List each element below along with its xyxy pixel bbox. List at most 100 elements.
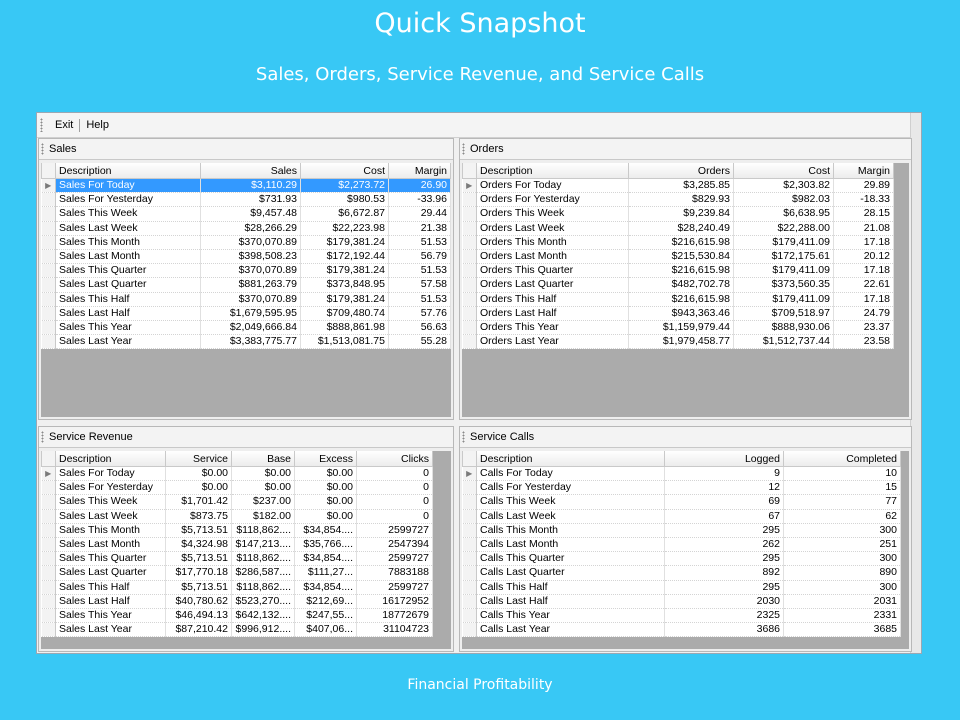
table-row[interactable]: Orders This Month $216,615.98 $179,411.09 1… bbox=[462, 235, 894, 250]
table-cell[interactable]: Sales This Week bbox=[55, 494, 166, 510]
table-cell[interactable]: $373,848.95 bbox=[300, 277, 389, 293]
table-cell[interactable]: 2599727 bbox=[356, 523, 433, 538]
column-header[interactable]: Margin bbox=[833, 163, 894, 179]
table-cell[interactable]: Sales Last Week bbox=[55, 509, 166, 524]
table-cell[interactable]: $2,303.82 bbox=[733, 178, 834, 194]
table-cell[interactable]: 23.37 bbox=[833, 320, 894, 336]
table-cell[interactable]: $179,381.24 bbox=[300, 263, 389, 279]
table-cell[interactable]: 23.58 bbox=[833, 334, 894, 350]
table-cell[interactable]: Calls Last Month bbox=[476, 537, 665, 553]
table-cell[interactable]: $1,512,737.44 bbox=[733, 334, 834, 350]
table-cell[interactable]: $6,672.87 bbox=[300, 206, 389, 222]
table-cell[interactable]: $829.93 bbox=[628, 192, 734, 208]
table-cell[interactable]: 890 bbox=[783, 565, 901, 581]
table-cell[interactable]: 51.53 bbox=[388, 235, 451, 250]
table-cell[interactable]: $5,713.51 bbox=[165, 580, 232, 595]
table-cell[interactable]: $523,270.... bbox=[231, 594, 295, 609]
table-row[interactable]: Sales Last Quarter $881,263.79 $373,848.95… bbox=[41, 277, 451, 293]
table-cell[interactable]: Sales This Quarter bbox=[55, 551, 166, 567]
table-row[interactable]: ▶ Calls For Today 9 10 bbox=[462, 466, 901, 482]
table-cell[interactable]: $482,702.78 bbox=[628, 277, 734, 293]
table-cell[interactable]: $407,06... bbox=[294, 622, 357, 638]
table-row[interactable]: Calls Last Year 3686 3685 bbox=[462, 622, 901, 638]
table-row[interactable]: Calls Last Month 262 251 bbox=[462, 537, 901, 553]
row-header[interactable] bbox=[41, 523, 56, 538]
table-cell[interactable]: Orders For Today bbox=[476, 178, 629, 194]
table-cell[interactable]: 29.44 bbox=[388, 206, 451, 222]
table-cell[interactable]: $179,381.24 bbox=[300, 235, 389, 250]
table-cell[interactable]: Orders For Yesterday bbox=[476, 192, 629, 208]
column-header[interactable]: Excess bbox=[294, 451, 357, 467]
row-header[interactable] bbox=[41, 249, 56, 265]
table-row[interactable]: Sales For Yesterday $0.00 $0.00 $0.00 0 bbox=[41, 480, 433, 496]
table-row[interactable]: Sales This Month $370,070.89 $179,381.24 51… bbox=[41, 235, 451, 250]
table-row[interactable]: Sales Last Year $3,383,775.77 $1,513,081.7… bbox=[41, 334, 451, 350]
table-cell[interactable]: Calls Last Half bbox=[476, 594, 665, 609]
column-header[interactable]: Cost bbox=[300, 163, 389, 179]
row-header[interactable] bbox=[462, 523, 477, 538]
menu-help[interactable]: Help bbox=[80, 119, 115, 131]
table-cell[interactable]: Sales For Today bbox=[55, 466, 166, 482]
table-cell[interactable]: $881,263.79 bbox=[200, 277, 301, 293]
table-cell[interactable]: $34,854.... bbox=[294, 523, 357, 538]
table-row[interactable]: Calls Last Week 67 62 bbox=[462, 509, 901, 524]
table-cell[interactable]: 892 bbox=[664, 565, 784, 581]
table-cell[interactable]: Calls This Half bbox=[476, 580, 665, 595]
row-header[interactable] bbox=[462, 263, 477, 279]
row-header[interactable] bbox=[41, 565, 56, 581]
row-header[interactable] bbox=[462, 292, 477, 307]
row-pointer-icon[interactable]: ▶ bbox=[462, 178, 477, 194]
table-cell[interactable]: Calls Last Quarter bbox=[476, 565, 665, 581]
table-cell[interactable]: $6,638.95 bbox=[733, 206, 834, 222]
table-cell[interactable]: $216,615.98 bbox=[628, 263, 734, 279]
table-cell[interactable]: $118,862.... bbox=[231, 580, 295, 595]
table-cell[interactable]: Sales For Yesterday bbox=[55, 480, 166, 496]
table-cell[interactable]: $147,213.... bbox=[231, 537, 295, 553]
table-cell[interactable]: $0.00 bbox=[294, 509, 357, 524]
table-cell[interactable]: $118,862.... bbox=[231, 523, 295, 538]
table-cell[interactable]: $28,240.49 bbox=[628, 221, 734, 236]
table-cell[interactable]: Orders This Week bbox=[476, 206, 629, 222]
row-pointer-icon[interactable]: ▶ bbox=[41, 466, 56, 482]
table-cell[interactable]: $1,701.42 bbox=[165, 494, 232, 510]
table-cell[interactable]: 18772679 bbox=[356, 608, 433, 624]
table-cell[interactable]: -33.96 bbox=[388, 192, 451, 208]
row-pointer-icon[interactable]: ▶ bbox=[41, 178, 56, 194]
row-header[interactable] bbox=[41, 292, 56, 307]
row-header[interactable] bbox=[462, 509, 477, 524]
row-header[interactable] bbox=[41, 334, 56, 350]
table-cell[interactable]: $22,288.00 bbox=[733, 221, 834, 236]
table-cell[interactable]: $87,210.42 bbox=[165, 622, 232, 638]
row-header[interactable] bbox=[462, 221, 477, 236]
table-cell[interactable]: Orders Last Month bbox=[476, 249, 629, 265]
table-row[interactable]: Calls This Week 69 77 bbox=[462, 494, 901, 510]
table-cell[interactable]: $9,239.84 bbox=[628, 206, 734, 222]
table-row[interactable]: Sales This Week $1,701.42 $237.00 $0.00 0 bbox=[41, 494, 433, 510]
table-row[interactable]: Sales Last Month $4,324.98 $147,213.... $35… bbox=[41, 537, 433, 553]
table-cell[interactable]: $179,411.09 bbox=[733, 292, 834, 307]
row-header[interactable] bbox=[41, 537, 56, 553]
table-cell[interactable]: $216,615.98 bbox=[628, 292, 734, 307]
table-cell[interactable]: $179,381.24 bbox=[300, 292, 389, 307]
table-row[interactable]: Calls For Yesterday 12 15 bbox=[462, 480, 901, 496]
column-header[interactable]: Description bbox=[55, 451, 166, 467]
row-header[interactable] bbox=[462, 235, 477, 250]
table-cell[interactable]: $0.00 bbox=[294, 480, 357, 496]
table-row[interactable]: Sales This Half $5,713.51 $118,862.... $34,… bbox=[41, 580, 433, 595]
row-header[interactable] bbox=[41, 594, 56, 609]
table-cell[interactable]: 12 bbox=[664, 480, 784, 496]
table-cell[interactable]: $179,411.09 bbox=[733, 263, 834, 279]
table-cell[interactable]: $46,494.13 bbox=[165, 608, 232, 624]
table-cell[interactable]: 57.58 bbox=[388, 277, 451, 293]
table-cell[interactable]: 16172952 bbox=[356, 594, 433, 609]
table-cell[interactable]: 67 bbox=[664, 509, 784, 524]
table-cell[interactable]: $4,324.98 bbox=[165, 537, 232, 553]
table-cell[interactable]: $179,411.09 bbox=[733, 235, 834, 250]
row-header[interactable] bbox=[462, 551, 477, 567]
table-cell[interactable]: 0 bbox=[356, 509, 433, 524]
table-cell[interactable]: $118,862.... bbox=[231, 551, 295, 567]
row-header[interactable] bbox=[41, 320, 56, 336]
table-row[interactable]: Sales This Half $370,070.89 $179,381.24 51.… bbox=[41, 292, 451, 307]
table-row[interactable]: Sales Last Half $40,780.62 $523,270.... $21… bbox=[41, 594, 433, 609]
row-header[interactable] bbox=[462, 594, 477, 609]
